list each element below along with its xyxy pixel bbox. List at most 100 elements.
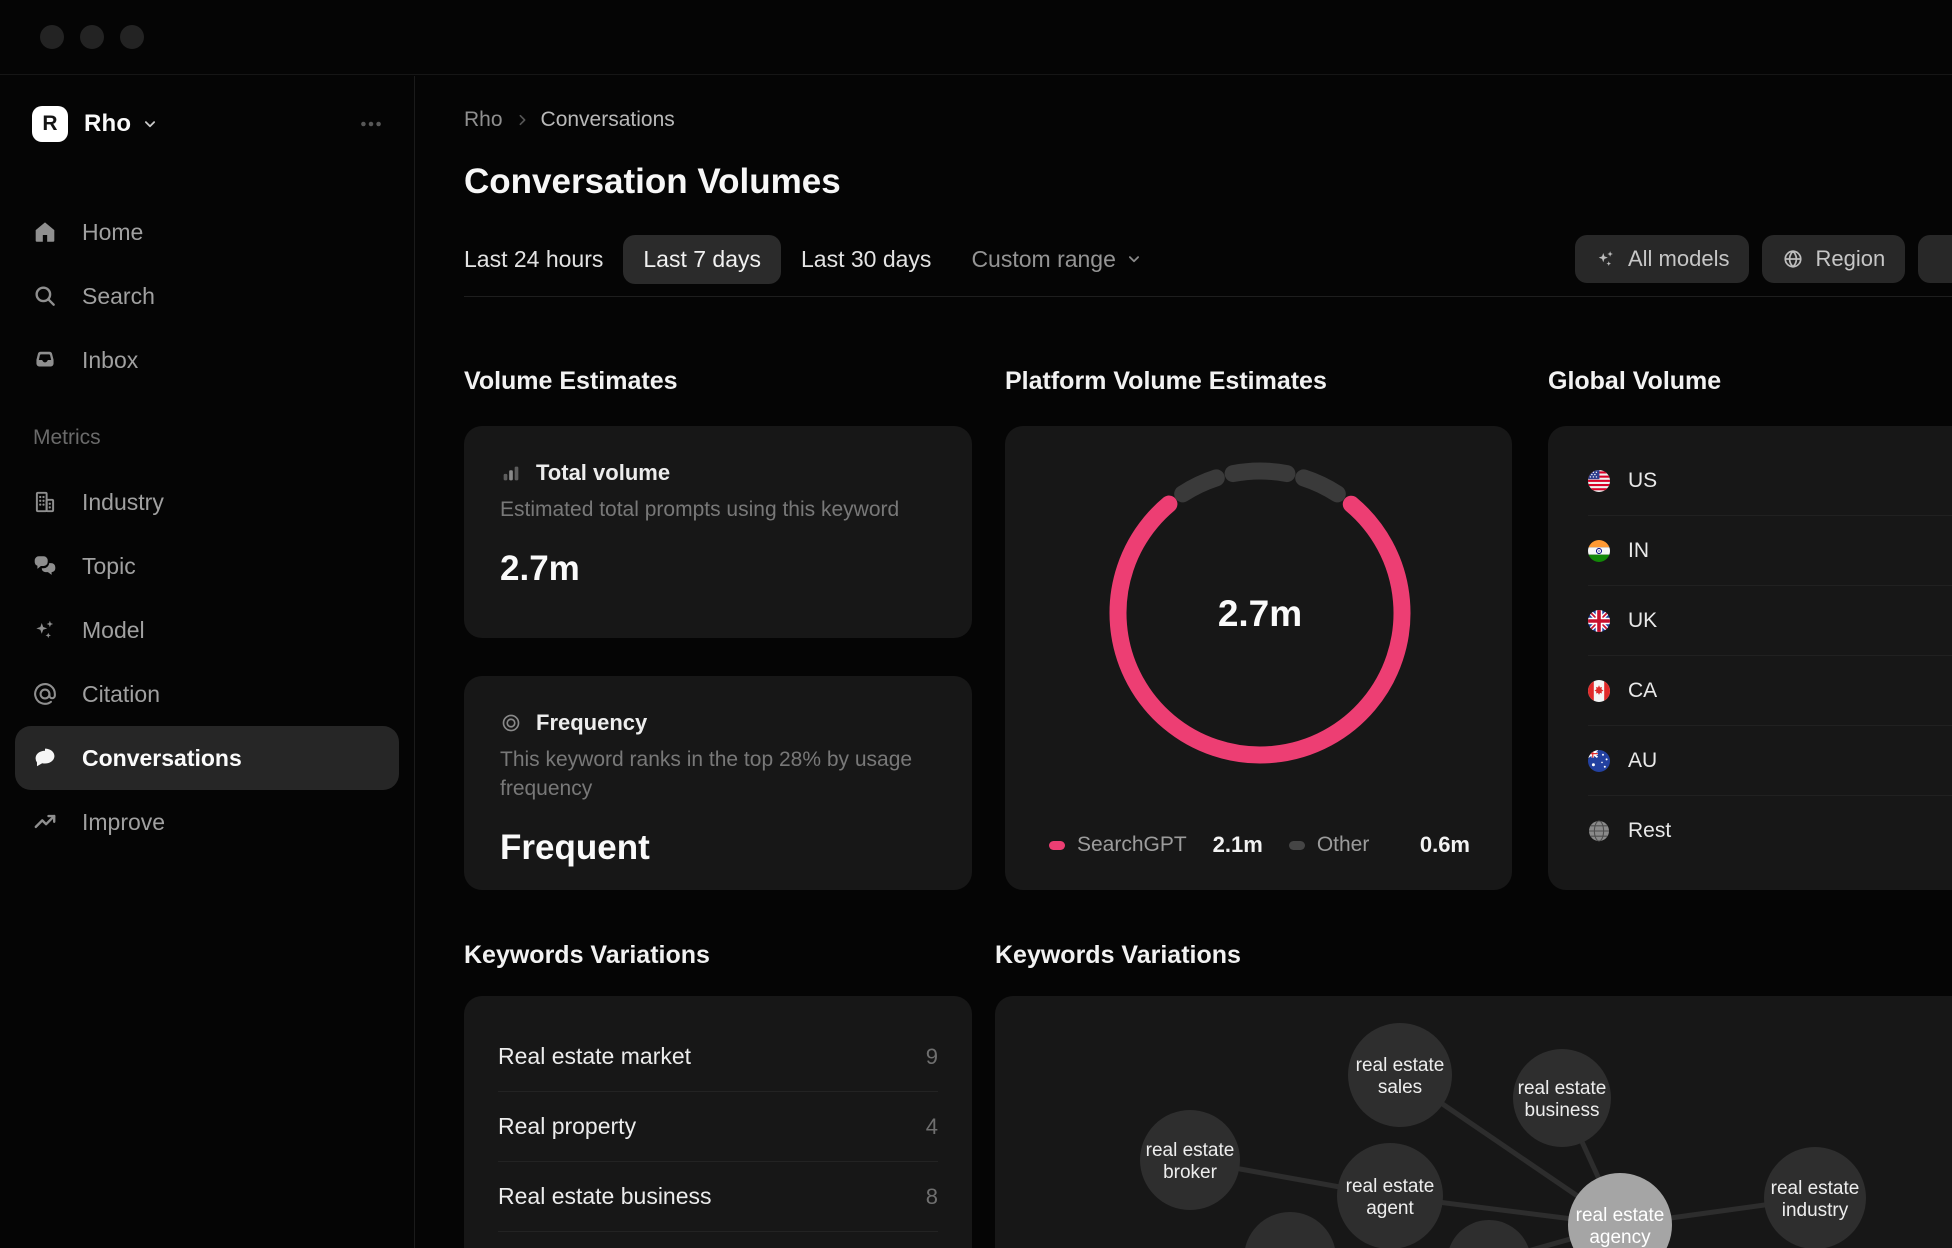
tab-last-30-days[interactable]: Last 30 days bbox=[781, 235, 951, 284]
tab-label: Last 24 hours bbox=[464, 246, 603, 273]
conversations-icon bbox=[32, 745, 58, 771]
ellipsis-icon[interactable] bbox=[358, 111, 384, 137]
keyword-count: 8 bbox=[926, 1184, 938, 1210]
keyword-row[interactable]: Real estate market 9 bbox=[498, 1022, 938, 1092]
tab-last-7-days[interactable]: Last 7 days bbox=[623, 235, 781, 284]
country-label: CA bbox=[1628, 679, 1657, 703]
tab-label: Custom range bbox=[971, 246, 1115, 273]
graph-node-industry[interactable]: real estate industry bbox=[1764, 1147, 1866, 1248]
keywords-list-rows: Real estate market9Real property4Real es… bbox=[464, 996, 972, 1232]
country-label: Rest bbox=[1628, 819, 1671, 843]
legend-value: 2.1m bbox=[1213, 832, 1263, 858]
graph-node-business[interactable]: real estate business bbox=[1513, 1049, 1611, 1147]
sidebar-primary-nav: HomeSearchInbox bbox=[0, 200, 414, 392]
industry-icon bbox=[32, 489, 58, 515]
sidebar-item-label: Improve bbox=[82, 809, 165, 836]
total-volume-description: Estimated total prompts using this keywo… bbox=[500, 496, 920, 525]
country-row-au[interactable]: AU bbox=[1588, 726, 1952, 796]
graph-node-partial-2[interactable] bbox=[1447, 1220, 1531, 1248]
workspace-switcher[interactable]: R Rho bbox=[32, 92, 384, 156]
flag-au-icon bbox=[1588, 750, 1610, 772]
window-titlebar bbox=[0, 0, 1952, 75]
legend-item-other: Other0.6m bbox=[1289, 832, 1470, 858]
keyword-label: Real estate market bbox=[498, 1043, 691, 1070]
country-row-rest[interactable]: Rest bbox=[1588, 796, 1952, 866]
country-label: US bbox=[1628, 469, 1657, 493]
sparkles-icon bbox=[1595, 248, 1617, 270]
sidebar-item-label: Topic bbox=[82, 553, 136, 580]
sidebar-item-improve[interactable]: Improve bbox=[15, 790, 399, 854]
keywords-graph-heading: Keywords Variations bbox=[995, 941, 1241, 970]
workspace-logo: R bbox=[32, 106, 68, 142]
country-row-uk[interactable]: UK bbox=[1588, 586, 1952, 656]
keyword-label: Real property bbox=[498, 1113, 636, 1140]
country-row-us[interactable]: US bbox=[1588, 446, 1952, 516]
sidebar-item-model[interactable]: Model bbox=[15, 598, 399, 662]
sidebar-item-home[interactable]: Home bbox=[15, 200, 399, 264]
global-volume-heading: Global Volume bbox=[1548, 367, 1721, 396]
header-divider bbox=[464, 296, 1952, 297]
sidebar-item-conversations[interactable]: Conversations bbox=[15, 726, 399, 790]
legend-swatch bbox=[1049, 841, 1065, 850]
graph-node-agency[interactable]: real estate agency bbox=[1568, 1173, 1672, 1248]
country-row-ca[interactable]: CA bbox=[1588, 656, 1952, 726]
sidebar-item-industry[interactable]: Industry bbox=[15, 470, 399, 534]
sidebar-item-citation[interactable]: Citation bbox=[15, 662, 399, 726]
frequency-title: Frequency bbox=[536, 710, 647, 736]
region-button[interactable]: Region bbox=[1762, 235, 1905, 283]
sidebar-item-label: Industry bbox=[82, 489, 164, 516]
legend-item-searchgpt: SearchGPT2.1m bbox=[1049, 832, 1289, 858]
total-volume-title: Total volume bbox=[536, 460, 670, 486]
graph-node-partial-1[interactable] bbox=[1244, 1212, 1336, 1248]
header-actions: All models Region bbox=[1575, 235, 1952, 283]
country-label: UK bbox=[1628, 609, 1657, 633]
flag-uk-icon bbox=[1588, 610, 1610, 632]
truncated-action-button[interactable] bbox=[1918, 235, 1952, 283]
inbox-icon bbox=[32, 347, 58, 373]
platform-legend: SearchGPT2.1mOther0.6m bbox=[1049, 832, 1470, 858]
breadcrumb-current[interactable]: Conversations bbox=[541, 108, 675, 132]
sidebar-item-label: Conversations bbox=[82, 745, 242, 772]
sidebar-item-search[interactable]: Search bbox=[15, 264, 399, 328]
keywords-list-heading: Keywords Variations bbox=[464, 941, 710, 970]
topic-icon bbox=[32, 553, 58, 579]
svg-text:real estate: real estate bbox=[1518, 1078, 1607, 1099]
keyword-row[interactable]: Real estate business 8 bbox=[498, 1162, 938, 1232]
breadcrumb-root[interactable]: Rho bbox=[464, 108, 503, 132]
window-minimize-button[interactable] bbox=[80, 25, 104, 49]
keywords-list-card: Real estate market9Real property4Real es… bbox=[464, 996, 972, 1248]
svg-text:agent: agent bbox=[1366, 1198, 1414, 1219]
all-models-button[interactable]: All models bbox=[1575, 235, 1749, 283]
graph-node-agent[interactable]: real estate agent bbox=[1337, 1143, 1443, 1248]
improve-icon bbox=[32, 809, 58, 835]
country-row-in[interactable]: IN bbox=[1588, 516, 1952, 586]
country-label: AU bbox=[1628, 749, 1657, 773]
svg-text:real estate: real estate bbox=[1146, 1140, 1235, 1161]
keywords-network-chart: real estate salesreal estate businessrea… bbox=[995, 996, 1952, 1248]
platform-donut-chart: 2.7m bbox=[1100, 453, 1420, 773]
page-title: Conversation Volumes bbox=[464, 162, 841, 202]
tab-last-24-hours[interactable]: Last 24 hours bbox=[444, 235, 623, 284]
target-icon bbox=[500, 712, 522, 734]
window-close-button[interactable] bbox=[40, 25, 64, 49]
svg-text:industry: industry bbox=[1782, 1200, 1849, 1221]
graph-node-broker[interactable]: real estate broker bbox=[1140, 1110, 1240, 1210]
sidebar-item-topic[interactable]: Topic bbox=[15, 534, 399, 598]
svg-text:business: business bbox=[1525, 1100, 1600, 1121]
total-volume-card: Total volume Estimated total prompts usi… bbox=[464, 426, 972, 638]
frequency-description: This keyword ranks in the top 28% by usa… bbox=[500, 746, 920, 804]
tab-custom-range[interactable]: Custom range bbox=[951, 235, 1162, 284]
sidebar-item-label: Citation bbox=[82, 681, 160, 708]
svg-text:2.7m: 2.7m bbox=[1218, 593, 1302, 634]
sidebar-item-inbox[interactable]: Inbox bbox=[15, 328, 399, 392]
svg-text:real estate: real estate bbox=[1346, 1176, 1435, 1197]
global-volume-rows: US IN UK CA AU Rest bbox=[1548, 426, 1952, 866]
graph-node-sales[interactable]: real estate sales bbox=[1348, 1023, 1452, 1127]
keyword-row[interactable]: Real property4 bbox=[498, 1092, 938, 1162]
keyword-count: 9 bbox=[926, 1044, 938, 1070]
svg-text:broker: broker bbox=[1163, 1162, 1218, 1183]
platform-donut-card: 2.7m SearchGPT2.1mOther0.6m bbox=[1005, 426, 1512, 890]
keyword-label: Real estate business bbox=[498, 1183, 712, 1210]
chevron-down-icon bbox=[1125, 250, 1143, 268]
window-zoom-button[interactable] bbox=[120, 25, 144, 49]
